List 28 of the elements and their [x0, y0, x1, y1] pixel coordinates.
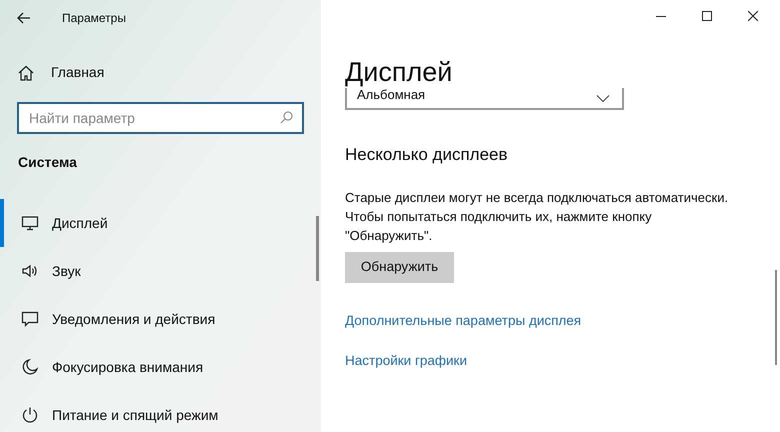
maximize-icon [702, 11, 712, 21]
section-heading: Система [18, 153, 78, 172]
speech-bubble-icon [21, 310, 39, 328]
home-icon [18, 64, 34, 80]
speaker-icon [21, 262, 39, 280]
scrollbar[interactable] [775, 270, 777, 365]
chevron-down-icon [596, 94, 610, 102]
sidebar-item[interactable]: Звук [0, 247, 321, 295]
detect-button[interactable]: Обнаружить [345, 252, 454, 282]
moon-icon [21, 358, 39, 376]
search-field[interactable]: Найти параметр [17, 102, 304, 134]
monitor-icon [21, 214, 39, 232]
section-heading: Несколько дисплеев [345, 144, 509, 166]
sidebar-item[interactable]: Питание и спящий режим [0, 391, 321, 432]
sidebar-item[interactable]: Фокусировка внимания [0, 343, 321, 391]
back-arrow-icon [17, 12, 31, 24]
page-title: Дисплей [345, 56, 454, 88]
close-icon [748, 11, 758, 21]
search-icon [280, 111, 293, 124]
sidebar-item[interactable]: Уведомления и действия [0, 295, 321, 343]
window-title: Параметры [62, 10, 126, 27]
orientation-dropdown[interactable]: Альбомная [345, 88, 624, 110]
description: Старые дисплеи могут не всегда подключаться автоматически. Чтобы попытаться подключить их, нажмите кнопку "Обнаружить". [345, 188, 730, 244]
link[interactable]: Настройки графики [345, 350, 467, 371]
power-icon [21, 406, 39, 424]
link[interactable]: Дополнительные параметры дисплея [345, 310, 582, 331]
home-item[interactable]: Главная [0, 62, 321, 83]
scrollbar[interactable] [316, 216, 319, 281]
